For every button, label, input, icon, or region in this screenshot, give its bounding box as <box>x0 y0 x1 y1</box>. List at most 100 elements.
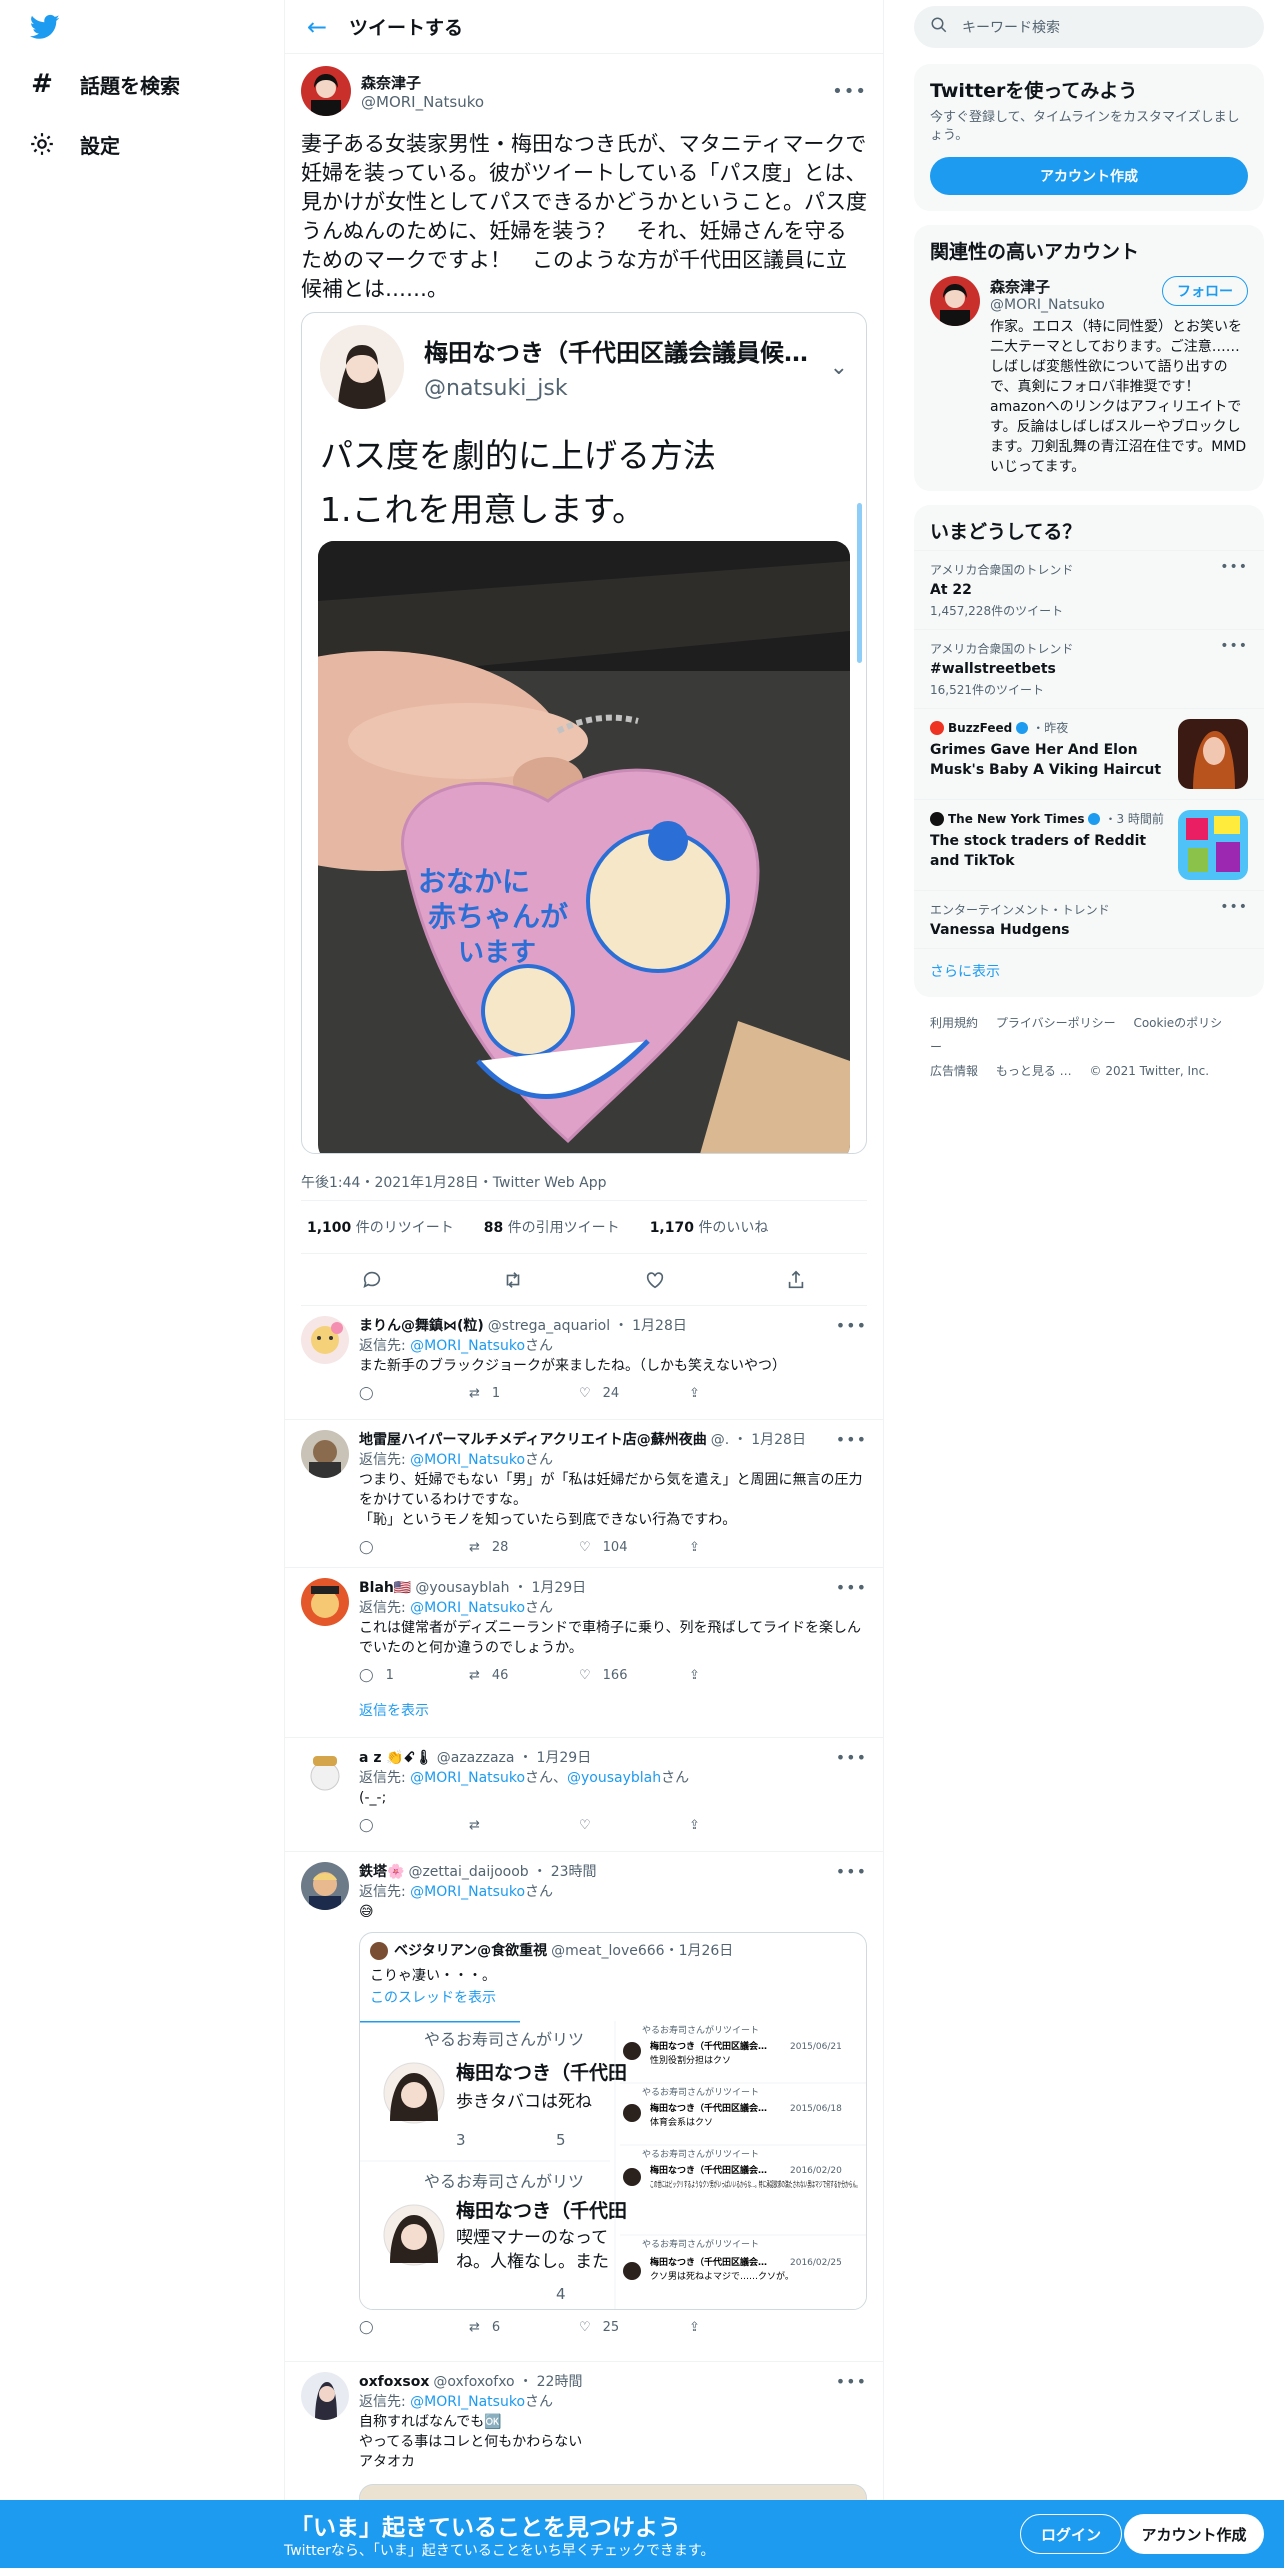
reply-author-handle[interactable]: @strega_aquariol <box>488 1316 610 1336</box>
reply-tweet[interactable]: oxfoxsox @oxfoxofxo ・ 22時間 ••• 返信先: @MORI_Na… <box>285 2362 883 2500</box>
show-replies-link[interactable]: 返信を表示 <box>359 1701 429 1721</box>
like-button[interactable]: ♡ 104 <box>579 1538 689 1558</box>
like-count[interactable]: 1,170 件のいいね <box>650 1217 769 1237</box>
embed-photo[interactable]: おなかに 赤ちゃんが います <box>318 541 850 1153</box>
more-icon[interactable]: ••• <box>836 2372 867 2392</box>
quoted-tweet[interactable]: ベジタリアン@食欲重視 @meat_love666 ・ 1月26日 こりゃ凄い・… <box>359 1932 867 2310</box>
show-more-link[interactable]: さらに表示 <box>914 948 1264 997</box>
avatar[interactable] <box>301 1578 349 1626</box>
retweet-button[interactable]: ⇄ 1 <box>469 1384 579 1404</box>
retweet-button[interactable]: ⇄ <box>469 1816 579 1836</box>
more-icon[interactable]: ••• <box>836 1748 867 1768</box>
reply-author-handle[interactable]: @. <box>711 1430 729 1450</box>
related-account[interactable]: 森奈津子 @MORI_Natsuko フォロー 作家。エロス（特に同性愛）とお笑… <box>914 270 1264 491</box>
create-account-button[interactable]: アカウント作成 <box>930 157 1248 195</box>
follow-button[interactable]: フォロー <box>1162 276 1248 306</box>
avatar[interactable] <box>930 276 980 326</box>
like-icon[interactable] <box>635 1265 675 1295</box>
retweet-icon[interactable] <box>493 1265 533 1295</box>
like-button[interactable]: ♡ <box>579 1816 689 1836</box>
reply-button[interactable]: ◯ <box>359 1384 469 1404</box>
more-icon[interactable]: ••• <box>1220 559 1248 575</box>
trend-item[interactable]: アメリカ合衆国のトレンド #wallstreetbets 16,521件のツイー… <box>914 629 1264 708</box>
share-button[interactable]: ⇪ <box>689 1384 799 1404</box>
reply-icon[interactable] <box>352 1265 392 1295</box>
share-button[interactable]: ⇪ <box>689 1538 799 1558</box>
more-icon[interactable]: ••• <box>836 1862 867 1882</box>
footer-terms-link[interactable]: 利用規約 <box>930 1016 978 1030</box>
twitter-logo-icon[interactable] <box>28 12 62 42</box>
reply-tweet[interactable]: 鉄塔🌸 @zettai_daijooob ・ 23時間 ••• 返信先: @MORI_N… <box>285 1852 883 2362</box>
footer-more-link[interactable]: もっと見る … <box>996 1064 1072 1078</box>
footer-ads-link[interactable]: 広告情報 <box>930 1064 978 1078</box>
avatar[interactable] <box>301 1862 349 1910</box>
like-button[interactable]: ♡ 166 <box>579 1666 689 1686</box>
reply-button[interactable]: ◯ <box>359 1538 469 1558</box>
footer-privacy-link[interactable]: プライバシーポリシー <box>996 1016 1116 1030</box>
reply-author-name[interactable]: 鉄塔🌸 <box>359 1862 404 1882</box>
share-button[interactable]: ⇪ <box>689 1816 799 1836</box>
mention-link[interactable]: @MORI_Natsuko <box>410 1600 525 1616</box>
more-icon[interactable]: ••• <box>836 1430 867 1450</box>
more-icon[interactable]: ••• <box>1220 638 1248 654</box>
news-item[interactable]: The New York Times ・3 時間前 The stock trade… <box>914 799 1264 890</box>
trend-item[interactable]: アメリカ合衆国のトレンド At 22 1,457,228件のツイート ••• <box>914 550 1264 629</box>
reply-button[interactable]: ◯ <box>359 1816 469 1836</box>
mention-link[interactable]: @MORI_Natsuko <box>410 1338 525 1354</box>
more-icon[interactable]: ••• <box>836 1316 867 1336</box>
show-thread-link[interactable]: このスレッドを表示 <box>370 1987 856 2009</box>
reply-author-name[interactable]: a z 👏ꗃ🌡 <box>359 1748 433 1768</box>
reply-date[interactable]: 1月28日 <box>632 1316 687 1336</box>
reply-date[interactable]: 1月29日 <box>536 1748 591 1768</box>
reply-button[interactable]: ◯ <box>359 2318 469 2338</box>
news-item[interactable]: BuzzFeed ・昨夜 Grimes Gave Her And Elon Mus… <box>914 708 1264 799</box>
reply-date[interactable]: 1月28日 <box>751 1430 806 1450</box>
search-bar[interactable]: キーワード検索 <box>914 6 1264 48</box>
scrollbar[interactable] <box>857 503 862 663</box>
share-button[interactable]: ⇪ <box>689 2318 799 2338</box>
avatar[interactable] <box>301 2372 349 2420</box>
embedded-tweet[interactable]: 梅田なつき（千代田区議会議員候補） @natsuki_jsk ⌄ パス度を劇的に… <box>301 312 867 1154</box>
reply-button[interactable]: ◯ 1 <box>359 1666 469 1686</box>
like-button[interactable]: ♡ 24 <box>579 1384 689 1404</box>
more-icon[interactable]: ••• <box>836 1578 867 1598</box>
login-button[interactable]: ログイン <box>1020 2514 1122 2554</box>
reply-tweet[interactable]: Blah🇺🇸 @yousayblah ・ 1月29日 ••• 返信先: @MORI_Na… <box>285 1568 883 1738</box>
reply-author-handle[interactable]: @zettai_daijooob <box>408 1862 528 1882</box>
mention-link[interactable]: @yousayblah <box>567 1770 661 1786</box>
avatar[interactable] <box>301 1430 349 1478</box>
retweet-button[interactable]: ⇄ 6 <box>469 2318 579 2338</box>
back-arrow-icon[interactable]: ← <box>295 13 339 41</box>
reply-tweet[interactable]: 地雷屋ハイパーマルチメディアクリエイト店@蘇州夜曲 @. ・ 1月28日 ••• 返信先… <box>285 1420 883 1568</box>
reply-author-name[interactable]: 地雷屋ハイパーマルチメディアクリエイト店@蘇州夜曲 <box>359 1430 707 1450</box>
author-name[interactable]: 森奈津子 <box>361 72 832 93</box>
mention-link[interactable]: @MORI_Natsuko <box>410 2394 525 2410</box>
more-icon[interactable]: ••• <box>1220 899 1248 915</box>
trend-item[interactable]: エンターテインメント・トレンド Vanessa Hudgens ••• <box>914 890 1264 948</box>
quote-count[interactable]: 88 件の引用ツイート <box>484 1217 620 1237</box>
reply-author-name[interactable]: まりん@舞鎮⋈(粒) <box>359 1316 484 1336</box>
signup-button[interactable]: アカウント作成 <box>1124 2514 1264 2554</box>
reply-author-handle[interactable]: @azazzaza <box>437 1748 515 1768</box>
share-button[interactable]: ⇪ <box>689 1666 799 1686</box>
nav-settings[interactable]: 設定 <box>28 124 120 164</box>
mention-link[interactable]: @MORI_Natsuko <box>410 1884 525 1900</box>
reply-author-handle[interactable]: @yousayblah <box>415 1578 509 1598</box>
related-name[interactable]: 森奈津子 <box>990 276 1105 297</box>
reply-tweet[interactable]: まりん@舞鎮⋈(粒) @strega_aquariol ・ 1月28日 ••• 返信先:… <box>285 1306 883 1420</box>
mention-link[interactable]: @MORI_Natsuko <box>410 1770 525 1786</box>
retweet-button[interactable]: ⇄ 46 <box>469 1666 579 1686</box>
author-handle[interactable]: @MORI_Natsuko <box>361 93 832 111</box>
avatar[interactable] <box>301 1316 349 1364</box>
like-button[interactable]: ♡ 25 <box>579 2318 689 2338</box>
retweet-button[interactable]: ⇄ 28 <box>469 1538 579 1558</box>
reply-media[interactable] <box>359 2484 867 2500</box>
avatar[interactable] <box>301 66 351 116</box>
chevron-down-icon[interactable]: ⌄ <box>830 355 848 380</box>
reply-author-name[interactable]: oxfoxsox <box>359 2372 429 2392</box>
avatar[interactable] <box>301 1748 349 1796</box>
nav-explore[interactable]: # 話題を検索 <box>28 64 180 104</box>
reply-tweet[interactable]: a z 👏ꗃ🌡 @azazzaza ・ 1月29日 ••• 返信先: @MORI_Nat… <box>285 1738 883 1852</box>
retweet-count[interactable]: 1,100 件のリツイート <box>307 1217 454 1237</box>
search-input[interactable]: キーワード検索 <box>962 17 1060 37</box>
